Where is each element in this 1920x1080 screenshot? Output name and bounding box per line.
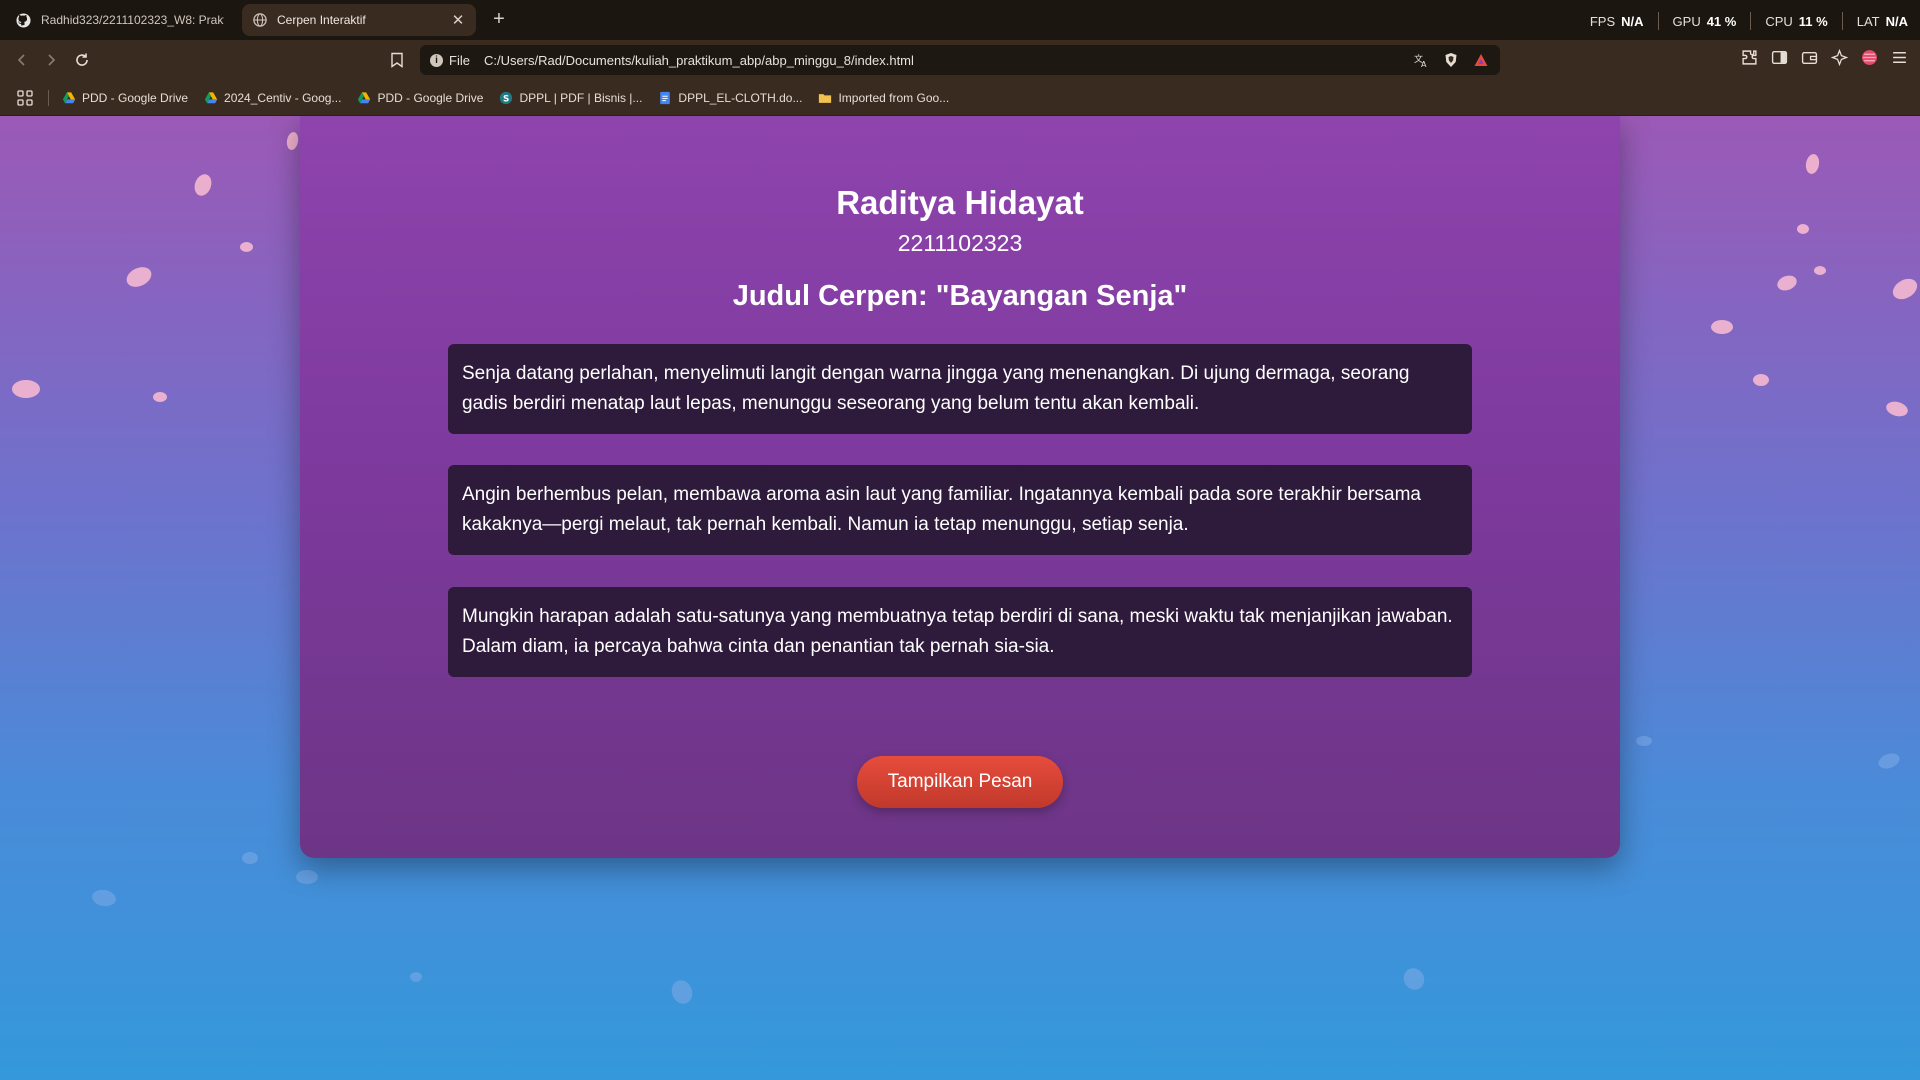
- petal-decoration: [410, 972, 422, 982]
- perf-cpu: CPU 11 %: [1765, 13, 1828, 29]
- bookmark-pdd-drive[interactable]: PDD - Google Drive: [62, 91, 188, 105]
- sidebar-icon[interactable]: [1770, 48, 1788, 66]
- reload-icon: [76, 53, 88, 66]
- petal-decoration: [1889, 274, 1920, 304]
- url-scheme: File: [449, 52, 470, 68]
- svg-text:S: S: [503, 95, 509, 105]
- story-paragraph: Senja datang perlahan, menyelimuti langi…: [448, 344, 1472, 434]
- petal-decoration: [1711, 320, 1733, 334]
- url-text[interactable]: C:/Users/Rad/Documents/kuliah_praktikum_…: [484, 53, 1412, 68]
- story-card: Raditya Hidayat 2211102323 Judul Cerpen:…: [300, 116, 1620, 858]
- petal-decoration: [1814, 266, 1826, 275]
- arrow-right-icon: [48, 54, 56, 66]
- brave-rewards-icon[interactable]: [1472, 51, 1490, 69]
- performance-overlay: FPS N/A GPU 41 % CPU 11 % LAT N/A: [1590, 12, 1908, 30]
- petal-decoration: [12, 380, 40, 398]
- close-icon[interactable]: ✕: [450, 11, 466, 29]
- scribd-icon: S: [500, 91, 513, 105]
- bookmarks-bar: PDD - Google Drive 2024_Centiv - Goog...…: [0, 80, 1920, 116]
- petal-decoration: [296, 870, 318, 884]
- leo-ai-icon[interactable]: [1830, 48, 1848, 66]
- tab-cerpen-interaktif[interactable]: Cerpen Interaktif ✕: [242, 4, 476, 36]
- petal-decoration: [285, 131, 300, 151]
- petal-decoration: [123, 263, 155, 291]
- perf-gpu: GPU 41 %: [1672, 13, 1737, 29]
- petal-decoration: [242, 852, 258, 864]
- globe-icon: [252, 13, 267, 28]
- bookmark-centiv[interactable]: 2024_Centiv - Goog...: [204, 91, 341, 105]
- author-name: Raditya Hidayat: [836, 184, 1084, 221]
- toolbar-icons: [1740, 48, 1908, 66]
- google-drive-icon: [358, 92, 371, 104]
- petal-decoration: [1753, 374, 1769, 386]
- bookmark-page-button[interactable]: [385, 48, 409, 72]
- bookmark-dppl-el-cloth[interactable]: DPPL_EL-CLOTH.do...: [658, 91, 802, 105]
- tab-bar: Radhid323/2211102323_W8: Praktik Cerpen …: [0, 0, 1920, 40]
- divider: [1841, 12, 1843, 30]
- story-paragraph: Angin berhembus pelan, membawa aroma asi…: [448, 465, 1472, 555]
- petal-decoration: [240, 242, 253, 252]
- divider: [1750, 12, 1752, 30]
- svg-text:A: A: [1421, 60, 1427, 68]
- petal-decoration: [1775, 273, 1799, 293]
- petal-decoration: [1876, 750, 1902, 772]
- perf-lat: LAT N/A: [1856, 13, 1908, 29]
- bookmark-pdd-drive-2[interactable]: PDD - Google Drive: [357, 91, 483, 105]
- google-docs-icon: [660, 91, 671, 105]
- new-tab-button[interactable]: +: [488, 8, 510, 30]
- divider: [48, 90, 49, 106]
- address-bar[interactable]: i File C:/Users/Rad/Documents/kuliah_pra…: [420, 45, 1500, 75]
- story-paragraph: Mungkin harapan adalah satu-satunya yang…: [448, 587, 1472, 677]
- student-id: 2211102323: [897, 230, 1023, 256]
- perf-fps: FPS N/A: [1589, 13, 1644, 29]
- wallet-icon[interactable]: [1800, 48, 1818, 66]
- petal-decoration: [90, 888, 118, 908]
- bookmark-dppl-pdf[interactable]: S DPPL | PDF | Bisnis |...: [499, 91, 642, 105]
- petal-decoration: [1804, 153, 1821, 175]
- menu-icon[interactable]: [1890, 48, 1908, 66]
- google-drive-icon: [204, 92, 218, 104]
- bookmark-imported-folder[interactable]: Imported from Goo...: [818, 91, 949, 105]
- page-viewport: Raditya Hidayat 2211102323 Judul Cerpen:…: [0, 116, 1920, 1080]
- extensions-icon[interactable]: [1740, 48, 1758, 66]
- forward-button[interactable]: [39, 48, 63, 72]
- folder-icon: [819, 94, 832, 103]
- petal-decoration: [1797, 224, 1809, 234]
- translate-icon[interactable]: 文A: [1412, 51, 1430, 69]
- show-message-button[interactable]: Tampilkan Pesan: [857, 756, 1063, 808]
- petal-decoration: [668, 977, 696, 1007]
- tab-github-repo[interactable]: Radhid323/2211102323_W8: Praktik: [6, 4, 234, 36]
- petal-decoration: [1399, 964, 1429, 994]
- bookmark-icon: [391, 52, 403, 68]
- petal-decoration: [191, 171, 215, 199]
- back-button[interactable]: [10, 48, 34, 72]
- github-icon: [16, 12, 31, 28]
- google-drive-icon: [62, 92, 76, 104]
- info-icon[interactable]: i: [430, 53, 443, 67]
- petal-decoration: [153, 392, 167, 402]
- tab-label: Radhid323/2211102323_W8: Praktik: [41, 13, 224, 27]
- story-title: Judul Cerpen: "Bayangan Senja": [732, 280, 1188, 312]
- petal-decoration: [1884, 399, 1910, 419]
- apps-grid-icon[interactable]: [16, 89, 34, 107]
- divider: [1657, 12, 1659, 30]
- reload-button[interactable]: [70, 48, 94, 72]
- brave-shield-icon[interactable]: [1442, 51, 1460, 69]
- tab-label: Cerpen Interaktif: [277, 13, 366, 27]
- profile-icon[interactable]: [1860, 48, 1878, 66]
- petal-decoration: [1636, 736, 1652, 746]
- arrow-left-icon: [17, 54, 25, 66]
